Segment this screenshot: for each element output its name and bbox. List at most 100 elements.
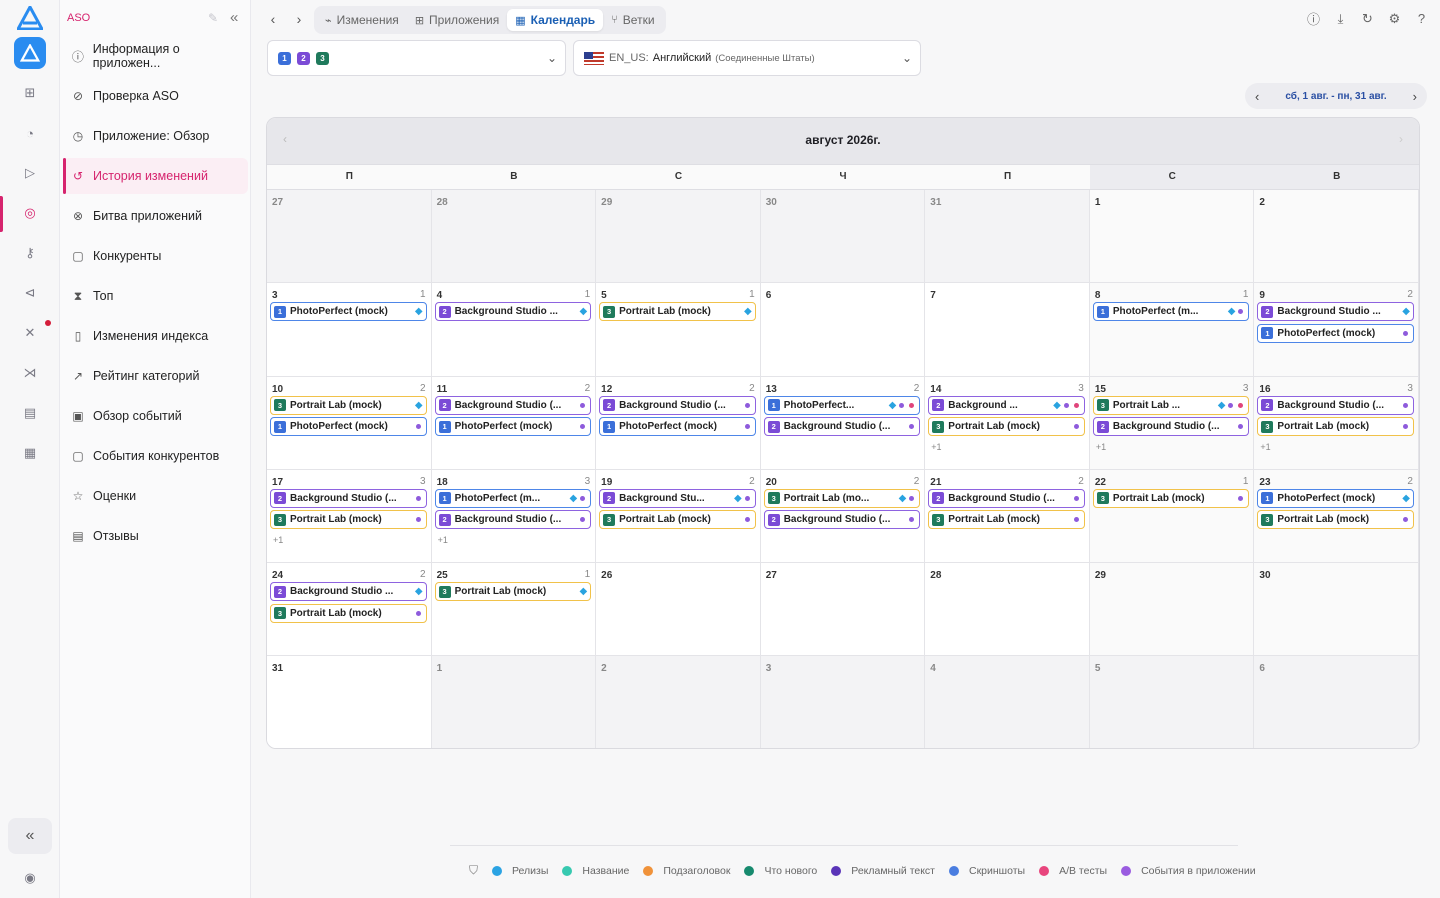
megaphone-icon[interactable]: ⊲ — [20, 283, 40, 303]
legend-item[interactable]: События в приложении — [1121, 865, 1256, 877]
sidebar-item-history[interactable]: ↺ История изменений — [63, 158, 248, 194]
calendar-day-cell[interactable]: 14 3 2 Background ... ◆ 3 Portrait Lab (mock) +… — [925, 376, 1090, 470]
calendar-day-cell[interactable]: 8 1 1 PhotoPerfect (m... ◆ — [1089, 283, 1255, 377]
apple-icon[interactable]: ◔ — [20, 123, 40, 143]
sidebar-item-app-overview[interactable]: ◷ Приложение: Обзор — [63, 118, 248, 154]
calendar-event[interactable]: 2 Background Studio (... — [763, 417, 921, 437]
calendar-day-cell[interactable]: 12 2 2 Background Studio (... 1 PhotoPerfect … — [596, 376, 761, 470]
apps-grid-icon[interactable]: ⊞ — [20, 83, 40, 103]
calendar-event[interactable]: 3 Portrait Lab (mock) — [1257, 417, 1414, 437]
calendar-day-cell[interactable]: 11 2 2 Background Studio (... 1 PhotoPerfect … — [431, 376, 597, 470]
calendar-event[interactable]: 2 Background Studio (... — [1257, 395, 1414, 415]
calendar-event[interactable]: 1 PhotoPerfect (mock) — [599, 417, 756, 437]
settings-icon[interactable]: ⚙ — [1386, 10, 1403, 27]
calendar-day-cell[interactable]: 22 1 3 Portrait Lab (mock) — [1089, 469, 1255, 564]
calendar-event[interactable]: 3 Portrait Lab (mock) — [1257, 510, 1414, 530]
calendar-event[interactable]: 3 Portrait Lab (mock) — [270, 603, 427, 623]
calendar-event[interactable]: 1 PhotoPerfect (mock) ◆ — [1257, 488, 1414, 508]
calendar-day-cell[interactable]: 27 — [267, 190, 432, 284]
download-icon[interactable]: ⤓ — [1332, 10, 1349, 27]
back-arrow-icon[interactable]: ‹ — [265, 11, 281, 27]
tab-calendar[interactable]: ▦ Календарь — [507, 9, 604, 31]
calendar-event[interactable]: 2 Background Studio (... — [270, 488, 427, 508]
calendar-day-cell[interactable]: 28 — [431, 190, 597, 284]
tab-apps[interactable]: ⊞ Приложения — [407, 9, 507, 31]
calendar-event[interactable]: 1 PhotoPerfect (mock) ◆ — [270, 302, 427, 322]
sidebar-item-competitors[interactable]: ▢ Конкуренты — [63, 238, 248, 274]
calendar-event[interactable]: 2 Background Studio ... ◆ — [1257, 302, 1414, 322]
legend-item[interactable]: Рекламный текст — [831, 865, 935, 877]
calendar-day-cell[interactable]: 28 — [925, 563, 1090, 657]
app-icon[interactable] — [14, 37, 46, 69]
date-range-label[interactable]: сб, 1 авг. - пн, 31 авг. — [1285, 91, 1386, 102]
calendar-day-cell[interactable]: 30 — [760, 190, 926, 284]
calendar-event[interactable]: 1 PhotoPerfect (m... ◆ — [1092, 302, 1250, 322]
calendar-event[interactable]: 1 PhotoPerfect... ◆ — [763, 395, 921, 415]
key-icon[interactable]: ⚷ — [20, 243, 40, 263]
calendar-event[interactable]: 3 Portrait Lab (mock) ◆ — [599, 302, 756, 322]
calendar-day-cell[interactable]: 1 — [1089, 190, 1255, 284]
calendar-event[interactable]: 2 Background Studio (... — [1092, 417, 1250, 437]
calendar-event[interactable]: 3 Portrait Lab (mock) — [1092, 488, 1250, 508]
sidebar-item-ratings[interactable]: ☆ Оценки — [63, 478, 248, 514]
more-events-link[interactable]: +1 — [1096, 442, 1106, 452]
calendar-event[interactable]: 2 Background Stu... ◆ — [599, 488, 756, 508]
calendar-day-cell[interactable]: 4 — [925, 656, 1090, 748]
calendar-event[interactable]: 3 Portrait Lab (mock) ◆ — [270, 395, 427, 415]
next-range-icon[interactable]: › — [1413, 89, 1417, 104]
sidebar-item-reviews[interactable]: ▤ Отзывы — [63, 518, 248, 554]
legend-item[interactable]: Название — [562, 865, 629, 877]
calendar-day-cell[interactable]: 19 2 2 Background Stu... ◆ 3 Portrait Lab (moc… — [596, 469, 761, 564]
calendar-event[interactable]: 2 Background Studio (... — [763, 510, 921, 530]
calendar-event[interactable]: 3 Portrait Lab (mock) — [928, 510, 1085, 530]
calendar-event[interactable]: 2 Background Studio ... ◆ — [270, 582, 427, 602]
sidebar-item-index-changes[interactable]: ▯ Изменения индекса — [63, 318, 248, 354]
sidebar-item-events-overview[interactable]: ▣ Обзор событий — [63, 398, 248, 434]
calendar-event[interactable]: 2 Background Studio ... ◆ — [434, 302, 592, 322]
calendar-day-cell[interactable]: 29 — [596, 190, 761, 284]
legend-item[interactable]: Скриншоты — [949, 865, 1025, 877]
calendar-day-cell[interactable]: 18 3 1 PhotoPerfect (m... ◆ 2 Background Studi… — [431, 469, 597, 564]
calendar-event[interactable]: 1 PhotoPerfect (mock) — [1257, 323, 1414, 343]
legend-item[interactable]: A/B тесты — [1039, 865, 1107, 877]
calendar-event[interactable]: 2 Background Studio (... — [434, 395, 592, 415]
calendar-day-cell[interactable]: 13 2 1 PhotoPerfect... ◆ 2 Background Studio (… — [760, 376, 926, 470]
locale-selector[interactable]: EN_US: Английский (Соединенные Штаты) ⌄ — [573, 40, 921, 76]
edit-icon[interactable]: ✎ — [208, 11, 218, 25]
calendar-day-cell[interactable]: 1 — [431, 656, 597, 748]
filter-icon[interactable]: ⛉ — [469, 863, 478, 878]
collapse-sidebar-icon[interactable]: « — [230, 9, 238, 26]
more-events-link[interactable]: +1 — [438, 535, 448, 545]
calendar-event[interactable]: 1 PhotoPerfect (mock) — [434, 417, 592, 437]
report-icon[interactable]: ▤ — [20, 403, 40, 423]
calendar-event[interactable]: 2 Background Studio (... — [434, 510, 592, 530]
calendar-day-cell[interactable]: 26 — [596, 563, 761, 657]
prev-range-icon[interactable]: ‹ — [1255, 89, 1259, 104]
calendar-day-cell[interactable]: 10 2 3 Portrait Lab (mock) ◆ 1 PhotoPerfect (m… — [267, 376, 432, 470]
calendar-day-cell[interactable]: 3 — [760, 656, 926, 748]
tab-changes[interactable]: ⌁ Изменения — [317, 9, 407, 31]
calendar-event[interactable]: 3 Portrait Lab (mock) — [928, 417, 1085, 437]
legend-item[interactable]: Релизы — [492, 865, 548, 877]
calendar-day-cell[interactable]: 21 2 2 Background Studio (... 3 Portrait Lab … — [925, 469, 1090, 564]
calendar-event[interactable]: 3 Portrait Lab (mo... ◆ — [763, 488, 921, 508]
calendar-event[interactable]: 3 Portrait Lab ... ◆ — [1092, 395, 1250, 415]
more-events-link[interactable]: +1 — [931, 442, 941, 452]
calendar-day-cell[interactable]: 2 — [596, 656, 761, 748]
calendar-day-cell[interactable]: 31 — [925, 190, 1090, 284]
refresh-icon[interactable]: ↻ — [1359, 10, 1376, 27]
calendar-day-cell[interactable]: 9 2 2 Background Studio ... ◆ 1 PhotoPerfect (… — [1254, 283, 1419, 377]
calendar-day-cell[interactable]: 7 — [925, 283, 1090, 377]
calendar-day-cell[interactable]: 24 2 2 Background Studio ... ◆ 3 Portrait Lab … — [267, 563, 432, 657]
info-icon[interactable]: ⓘ — [1305, 10, 1322, 27]
more-events-link[interactable]: +1 — [273, 535, 283, 545]
calendar-event[interactable]: 2 Background Studio (... — [928, 488, 1085, 508]
play-store-icon[interactable]: ▷ — [20, 163, 40, 183]
forward-arrow-icon[interactable]: › — [291, 11, 307, 27]
calendar-day-cell[interactable]: 16 3 2 Background Studio (... 3 Portrait Lab … — [1254, 376, 1419, 470]
help-icon[interactable]: ? — [1413, 10, 1430, 27]
legend-item[interactable]: Подзаголовок — [643, 865, 730, 877]
calendar-event[interactable]: 1 PhotoPerfect (m... ◆ — [434, 488, 592, 508]
calendar-event[interactable]: 2 Background Studio (... — [599, 395, 756, 415]
calendar-day-cell[interactable]: 30 — [1254, 563, 1419, 657]
